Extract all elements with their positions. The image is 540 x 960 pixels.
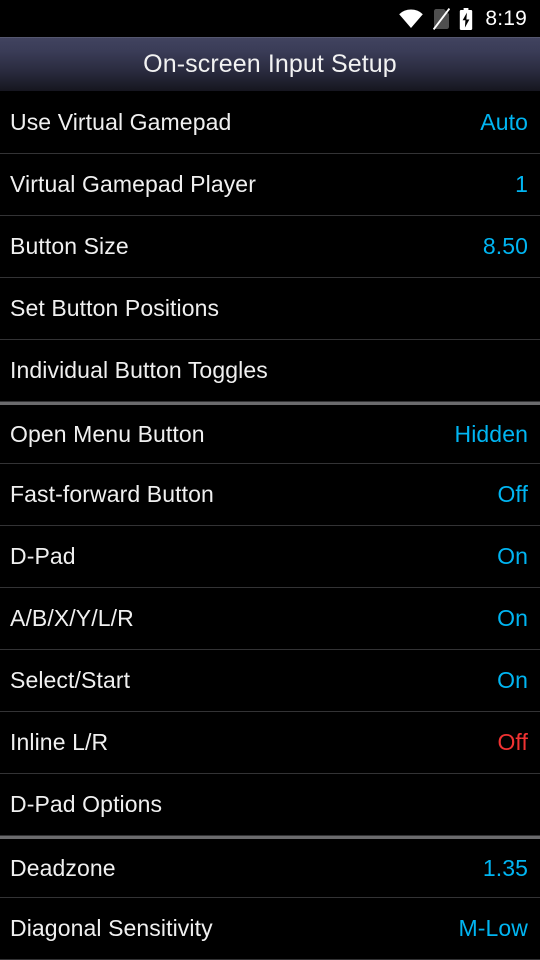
preference-value: On: [497, 605, 528, 631]
preference-row-d-pad-options[interactable]: D-Pad Options: [0, 774, 540, 836]
preference-label: D-Pad Options: [10, 791, 163, 817]
preference-list: Use Virtual Gamepad Auto Virtual Gamepad P…: [0, 92, 540, 960]
preference-row-individual-button-toggles[interactable]: Individual Button Toggles: [0, 340, 540, 402]
preference-value: Off: [497, 729, 528, 755]
screen-root: 8:19 On-screen Input Setup Use Virtual G…: [0, 0, 540, 960]
preference-row-d-pad[interactable]: D-Pad On: [0, 526, 540, 588]
no-sim-card-icon: [433, 7, 451, 30]
preference-row-use-virtual-gamepad[interactable]: Use Virtual Gamepad Auto: [0, 92, 540, 154]
preference-row-virtual-gamepad-player[interactable]: Virtual Gamepad Player 1: [0, 154, 540, 216]
preference-label: Use Virtual Gamepad: [10, 109, 232, 135]
preference-value: 1: [515, 171, 528, 197]
preference-label: A/B/X/Y/L/R: [10, 605, 134, 631]
preference-value: 1.35: [482, 854, 528, 881]
preference-value: Auto: [480, 109, 528, 135]
preference-row-face-and-shoulder-buttons[interactable]: A/B/X/Y/L/R On: [0, 588, 540, 650]
preference-label: Select/Start: [10, 667, 131, 693]
preference-row-fast-forward-button[interactable]: Fast-forward Button Off: [0, 464, 540, 526]
preference-label: Button Size: [10, 233, 129, 259]
preference-row-set-button-positions[interactable]: Set Button Positions: [0, 278, 540, 340]
preference-row-deadzone[interactable]: Deadzone 1.35: [0, 836, 540, 898]
preference-value: Off: [497, 481, 528, 507]
preference-label: D-Pad: [10, 543, 76, 569]
preference-label: Deadzone: [10, 854, 116, 881]
preference-label: Fast-forward Button: [10, 481, 214, 507]
preference-row-select-start[interactable]: Select/Start On: [0, 650, 540, 712]
preference-row-inline-l-r[interactable]: Inline L/R Off: [0, 712, 540, 774]
preference-value: On: [497, 543, 528, 569]
preference-label: Diagonal Sensitivity: [10, 915, 213, 941]
preference-row-diagonal-sensitivity[interactable]: Diagonal Sensitivity M-Low: [0, 898, 540, 960]
preference-label: Set Button Positions: [10, 295, 220, 321]
preference-label: Individual Button Toggles: [10, 357, 268, 383]
preference-row-button-size[interactable]: Button Size 8.50: [0, 216, 540, 278]
preference-label: Virtual Gamepad Player: [10, 171, 256, 197]
preference-row-open-menu-button[interactable]: Open Menu Button Hidden: [0, 402, 540, 464]
preference-label: Inline L/R: [10, 729, 109, 755]
wifi-icon: [398, 8, 424, 29]
preference-label: Open Menu Button: [10, 420, 205, 447]
preference-value: Hidden: [454, 420, 528, 447]
status-bar-clock: 8:19: [485, 7, 527, 30]
battery-charging-icon: [459, 7, 473, 30]
preference-value: 8.50: [482, 233, 528, 259]
preference-value: M-Low: [458, 915, 528, 941]
status-bar: 8:19: [0, 0, 540, 37]
page-title: On-screen Input Setup: [143, 50, 397, 78]
preference-value: On: [497, 667, 528, 693]
title-bar: On-screen Input Setup: [0, 37, 540, 92]
